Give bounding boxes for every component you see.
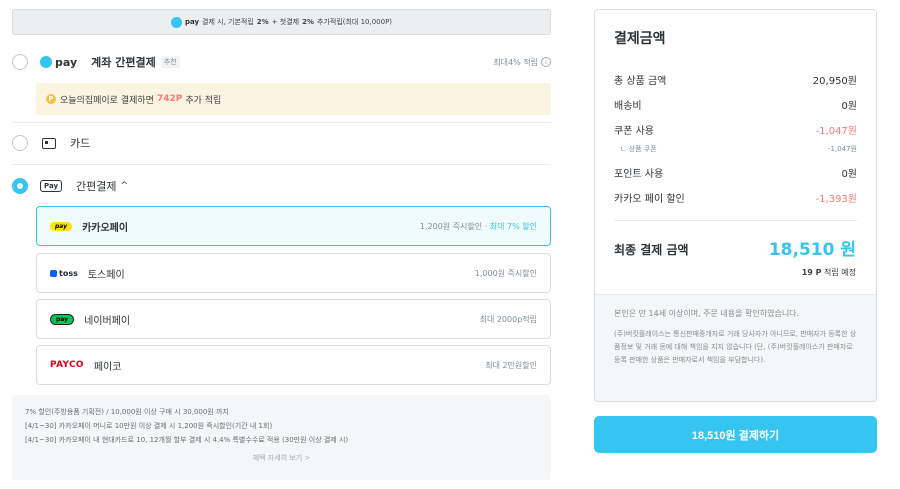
easy-option-naverpay[interactable]: pay 네이버페이 최대 2000p적립: [36, 299, 551, 339]
disclaimer-text: (주)버킷플레이스는 통신판매중개자로 거래 당사자가 아니므로, 판매자가 등…: [614, 330, 857, 364]
benefit-notice: 7% 할인(주방용품 기획전) / 10,000원 이상 구매 시 30,000…: [12, 395, 551, 480]
banner-rate1: 2%: [256, 18, 269, 26]
radio-card[interactable]: [12, 135, 28, 151]
option-name: 카카오페이: [82, 222, 129, 234]
pay-button[interactable]: 18,510원 결제하기: [594, 416, 877, 453]
method-benefit-text: 최대4% 적립: [493, 57, 538, 67]
promo-banner: pay 결제 시, 기본적립 2% + 첫결제 2% 추가적립(최대 10,00…: [12, 9, 551, 35]
points-to-earn: 19 P 적립 예정: [802, 267, 856, 278]
summary-line-coupon: 쿠폰 사용 -1,047원: [614, 122, 857, 137]
notice-line: 7% 할인(주방용품 기획전) / 10,000원 이상 구매 시 30,000…: [25, 408, 229, 416]
line-value: -1,047원: [815, 126, 857, 137]
info-icon[interactable]: i: [541, 57, 551, 67]
method-title: 카드: [70, 137, 91, 150]
naverpay-logo: pay: [50, 313, 75, 325]
line-label: 쿠폰 사용: [614, 126, 654, 137]
payco-logo: PAYCO: [50, 360, 84, 370]
easy-option-tosspay[interactable]: toss 토스페이 1,000원 즉시할인: [36, 253, 551, 293]
banner-text-mid: + 첫결제: [271, 18, 300, 26]
final-amount-label: 최종 결제 금액: [614, 243, 689, 257]
summary-line-product-coupon: ㄴ 상품 쿠폰 -1,047원: [620, 144, 857, 154]
toss-logo-text: toss: [59, 268, 78, 278]
line-value: -1,393원: [815, 194, 857, 205]
banner-text-suffix: 추가적립(최대 10,000P): [317, 18, 393, 26]
method-title: 간편결제: [76, 180, 117, 193]
method-card[interactable]: 카드: [12, 135, 551, 151]
banner-pay-mark: pay: [184, 18, 200, 26]
toss-mark-icon: [50, 269, 57, 277]
tosspay-logo: toss: [50, 269, 78, 278]
summary-line-total: 총 상품 금액 20,950원: [614, 72, 857, 87]
easy-option-kakaopay[interactable]: pay 카카오페이 1,200원 즉시할인 · 최대 7% 할인: [36, 206, 551, 246]
divider: [12, 164, 551, 165]
recommend-badge: 추천: [160, 56, 180, 68]
divider: [614, 220, 857, 221]
point-coin-icon: P: [46, 94, 56, 104]
final-amount-value: 18,510 원: [768, 240, 856, 260]
line-label: 총 상품 금액: [614, 76, 667, 87]
method-easy-pay[interactable]: Pay 간편결제 ^: [12, 178, 551, 194]
option-name: 토스페이: [87, 269, 125, 281]
line-label: 포인트 사용: [614, 169, 664, 180]
summary-footer: 본인은 만 14세 이상이며, 주문 내용을 확인하였습니다. (주)버킷플레이…: [595, 294, 876, 401]
point-prefix: 오늘의집페이로 결제하면: [60, 95, 154, 106]
option-name: 네이버페이: [84, 315, 131, 327]
option-name: 페이코: [93, 361, 122, 373]
option-benefit-text: 최대 2000p적립: [479, 314, 537, 324]
method-benefit: 최대4% 적립 i: [493, 57, 551, 68]
point-reward-notice: P 오늘의집페이로 결제하면 742P 추가 적립: [36, 83, 551, 115]
ohou-pay-logo: pay: [40, 56, 77, 69]
pay-dot-icon: [170, 16, 182, 28]
radio-easy-pay[interactable]: [12, 178, 28, 194]
benefit-more-link[interactable]: 혜택 자세히 보기 >: [25, 451, 538, 465]
pay-box-icon: Pay: [40, 180, 63, 192]
kakaopay-logo: pay: [50, 221, 73, 231]
option-benefit-text: 최대 2만원할인: [485, 360, 537, 370]
summary-line-points: 포인트 사용 0원: [614, 165, 857, 180]
divider: [12, 122, 551, 123]
points-value: 19 P: [801, 268, 822, 277]
option-benefit-text: 1,200원 즉시할인: [419, 221, 483, 231]
age-agreement-text: 본인은 만 14세 이상이며, 주문 내용을 확인하였습니다.: [614, 309, 800, 318]
points-suffix: 적립 예정: [824, 268, 856, 277]
notice-line: [4/1~30] 카카오페이 머니로 10만원 이상 결제 시 1,200원 즉…: [25, 422, 273, 430]
chevron-up-icon[interactable]: ^: [121, 181, 129, 191]
option-benefit: 1,200원 즉시할인 · 최대 7% 할인: [420, 221, 537, 232]
method-ohou-pay[interactable]: pay 계좌 간편결제 추천 최대4% 적립 i: [12, 54, 551, 70]
option-benefit-text: 1,000원 즉시할인: [474, 268, 537, 278]
line-label: ㄴ 상품 쿠폰: [620, 145, 657, 153]
line-label: 카카오 페이 할인: [614, 194, 685, 205]
line-value: 0원: [841, 101, 857, 112]
point-suffix: 추가 적립: [185, 95, 222, 106]
easy-option-payco[interactable]: PAYCO 페이코 최대 2만원할인: [36, 345, 551, 385]
point-amount: 742P: [156, 94, 183, 104]
option-benefit-highlight: · 최대 7% 할인: [484, 221, 537, 231]
method-title: 계좌 간편결제: [91, 56, 156, 69]
banner-rate2: 2%: [302, 18, 314, 26]
line-value: -1,047원: [827, 145, 857, 153]
card-icon: [42, 137, 56, 149]
ohou-pay-mark: pay: [55, 55, 78, 69]
notice-line: [4/1~30] 카카오페이 내 현대카드로 10, 12개월 할부 결제 시 …: [25, 436, 349, 444]
banner-text-prefix: 결제 시, 기본적립: [202, 18, 254, 26]
ohou-pay-logo: pay: [170, 16, 200, 28]
line-value: 20,950원: [812, 76, 857, 87]
radio-ohou-pay[interactable]: [12, 54, 28, 70]
summary-line-kakao-discount: 카카오 페이 할인 -1,393원: [614, 190, 857, 205]
summary-title: 결제금액: [614, 31, 666, 47]
pay-dot-icon: [40, 56, 52, 68]
summary-line-shipping: 배송비 0원: [614, 97, 857, 112]
payment-summary: 결제금액 총 상품 금액 20,950원 배송비 0원 쿠폰 사용 -1,047…: [594, 9, 877, 402]
line-label: 배송비: [614, 101, 642, 112]
line-value: 0원: [841, 169, 857, 180]
